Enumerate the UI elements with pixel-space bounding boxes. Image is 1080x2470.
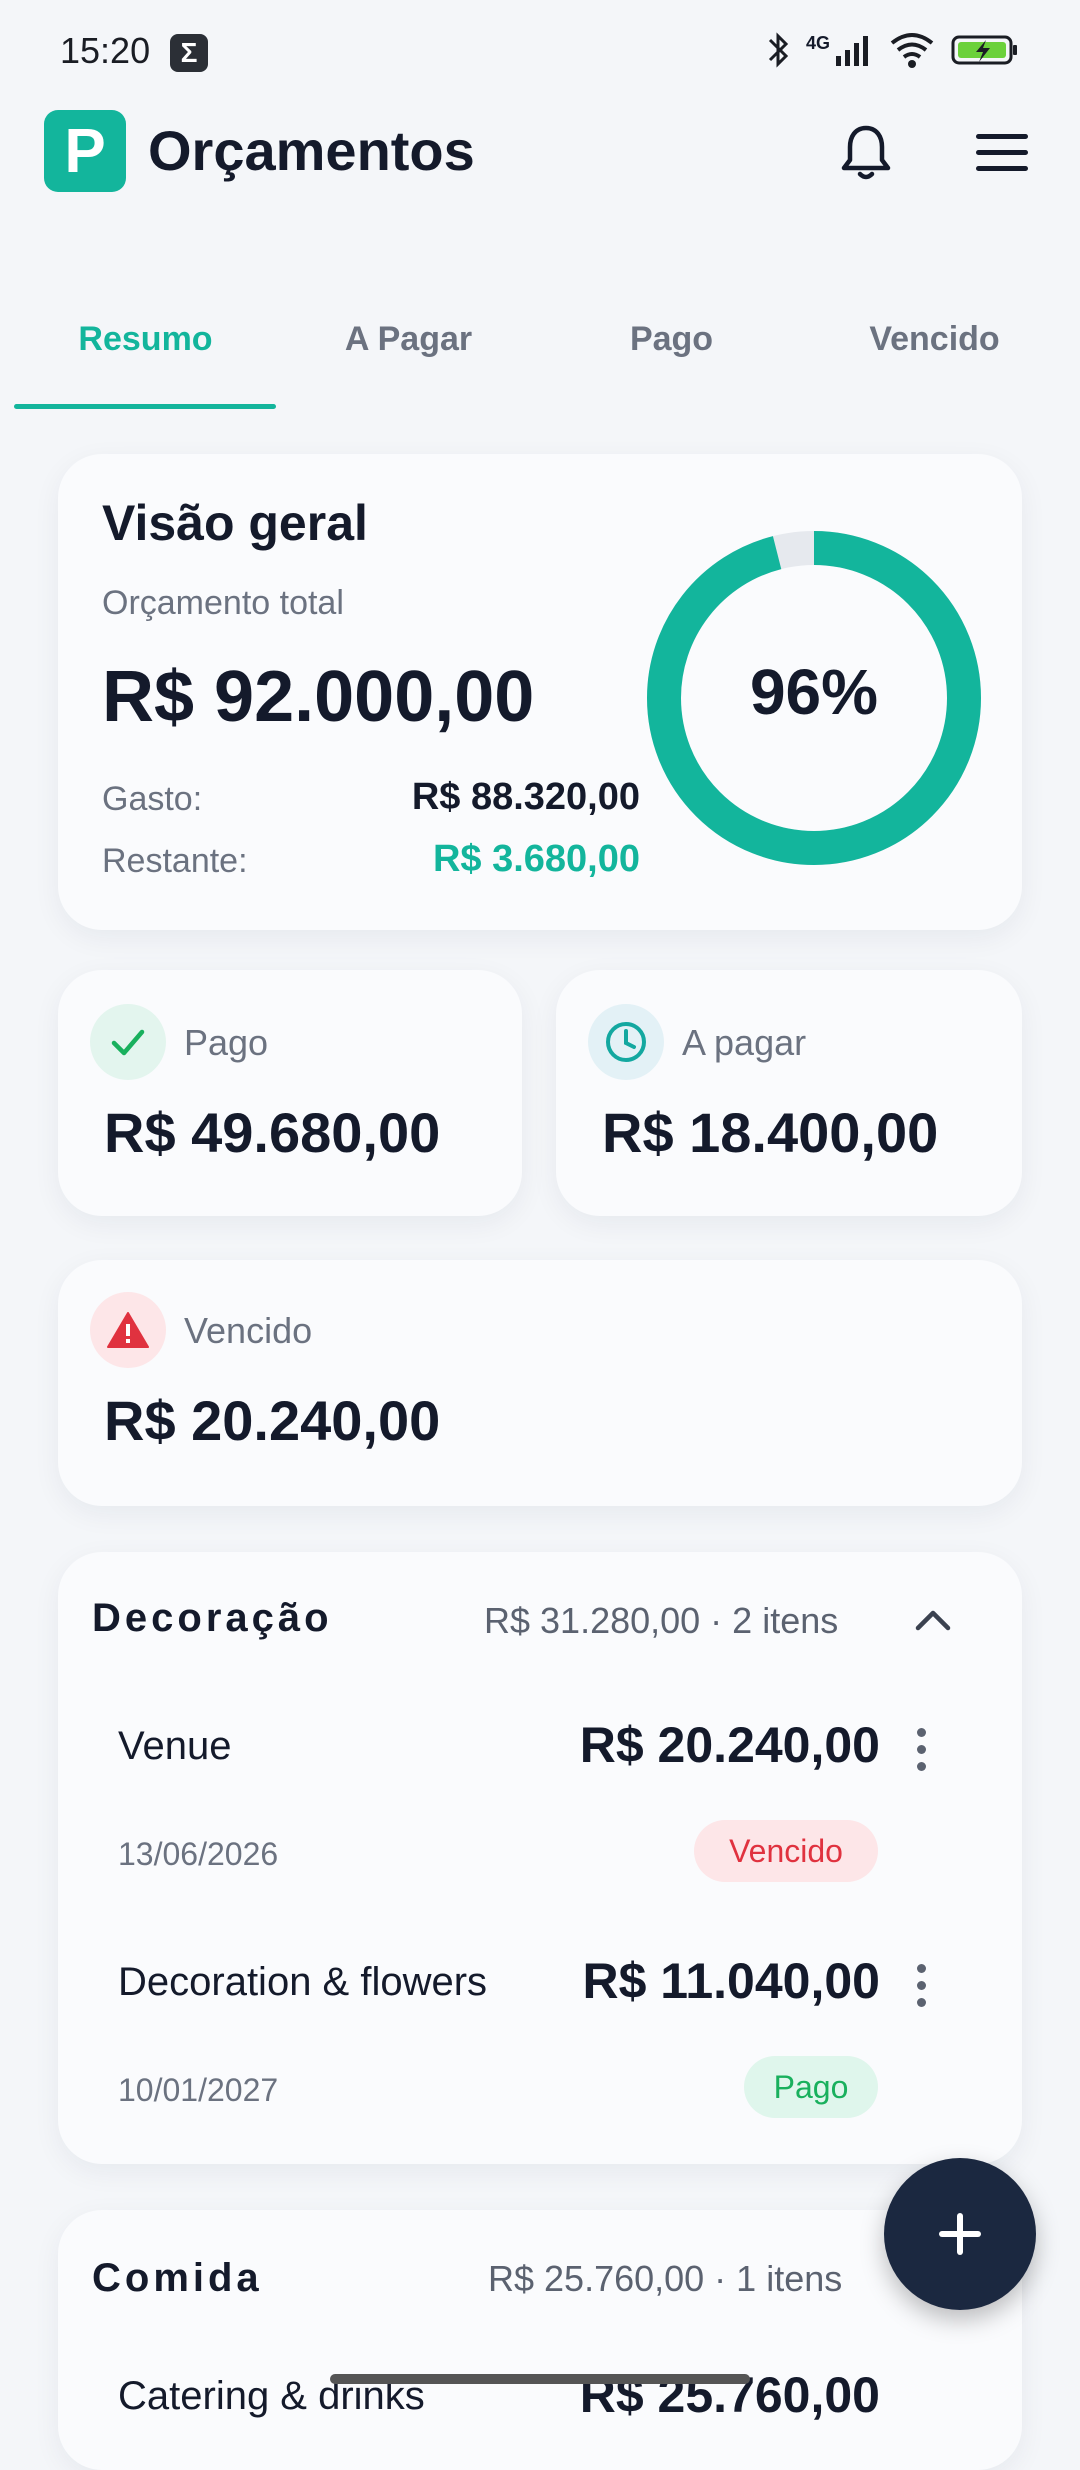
- category-summary: R$ 31.280,00 · 2 itens: [484, 1600, 839, 1641]
- spent-label: Gasto:: [102, 780, 203, 818]
- sigma-notification-icon: Σ: [170, 34, 208, 72]
- category-summary: R$ 25.760,00 · 1 itens: [488, 2258, 843, 2299]
- paid-value: R$ 49.680,00: [104, 1101, 441, 1164]
- more-options-icon[interactable]: [914, 1728, 928, 1771]
- category-name: Decoração: [92, 1596, 333, 1640]
- page-title: Orçamentos: [148, 119, 475, 182]
- network-type: 4G: [805, 32, 830, 53]
- status-time: 15:20: [60, 30, 151, 71]
- to-pay-value: R$ 18.400,00: [602, 1101, 939, 1164]
- home-indicator[interactable]: [330, 2374, 750, 2384]
- tab-resumo[interactable]: Resumo: [14, 320, 277, 359]
- paid-label: Pago: [184, 1022, 269, 1063]
- overdue-card: [58, 1260, 1022, 1506]
- overview-subtitle: Orçamento total: [102, 584, 344, 622]
- budget-progress-ring: 96%: [647, 531, 981, 865]
- progress-percent: 96%: [750, 656, 878, 728]
- list-item-amount: R$ 20.240,00: [579, 1717, 880, 1773]
- signal-icon: [836, 36, 868, 66]
- active-tab-indicator: [14, 404, 276, 409]
- plus-icon: [939, 2213, 981, 2255]
- overdue-value: R$ 20.240,00: [104, 1389, 441, 1452]
- status-icons: 4G: [766, 30, 1020, 70]
- clock-icon: [588, 1004, 664, 1080]
- bluetooth-icon: [768, 32, 789, 68]
- more-options-icon[interactable]: [914, 1964, 928, 2007]
- list-item-name[interactable]: Venue: [118, 1724, 231, 1769]
- tab-bar: Resumo A Pagar Pago Vencido: [0, 300, 1080, 410]
- battery-charging-icon: [951, 35, 1017, 65]
- overdue-label: Vencido: [184, 1310, 313, 1351]
- budget-total: R$ 92.000,00: [102, 657, 535, 737]
- wifi-icon: [890, 33, 934, 68]
- list-item-date: 10/01/2027: [118, 2072, 279, 2108]
- remaining-value: R$ 3.680,00: [432, 838, 640, 880]
- overview-title: Visão geral: [102, 495, 368, 551]
- list-item-amount: R$ 11.040,00: [582, 1953, 881, 2009]
- warning-icon: [90, 1292, 166, 1368]
- app-logo: P: [44, 110, 126, 192]
- notification-bell-icon[interactable]: [838, 122, 894, 182]
- menu-icon[interactable]: [974, 130, 1030, 174]
- category-card-comida: [58, 2210, 1022, 2470]
- add-button[interactable]: [884, 2158, 1036, 2310]
- list-item-date: 13/06/2026: [118, 1836, 279, 1872]
- check-icon: [90, 1004, 166, 1080]
- chevron-up-icon[interactable]: [912, 1604, 954, 1634]
- tab-pago[interactable]: Pago: [540, 320, 803, 359]
- list-item-name[interactable]: Decoration & flowers: [118, 1960, 487, 2005]
- spent-value: R$ 88.320,00: [411, 776, 640, 818]
- tab-vencido[interactable]: Vencido: [803, 320, 1066, 359]
- status-badge: Pago: [744, 2056, 878, 2118]
- status-badge: Vencido: [694, 1820, 878, 1882]
- remaining-label: Restante:: [102, 842, 248, 880]
- to-pay-label: A pagar: [682, 1022, 807, 1063]
- tab-a-pagar[interactable]: A Pagar: [277, 320, 540, 359]
- category-name: Comida: [92, 2256, 263, 2300]
